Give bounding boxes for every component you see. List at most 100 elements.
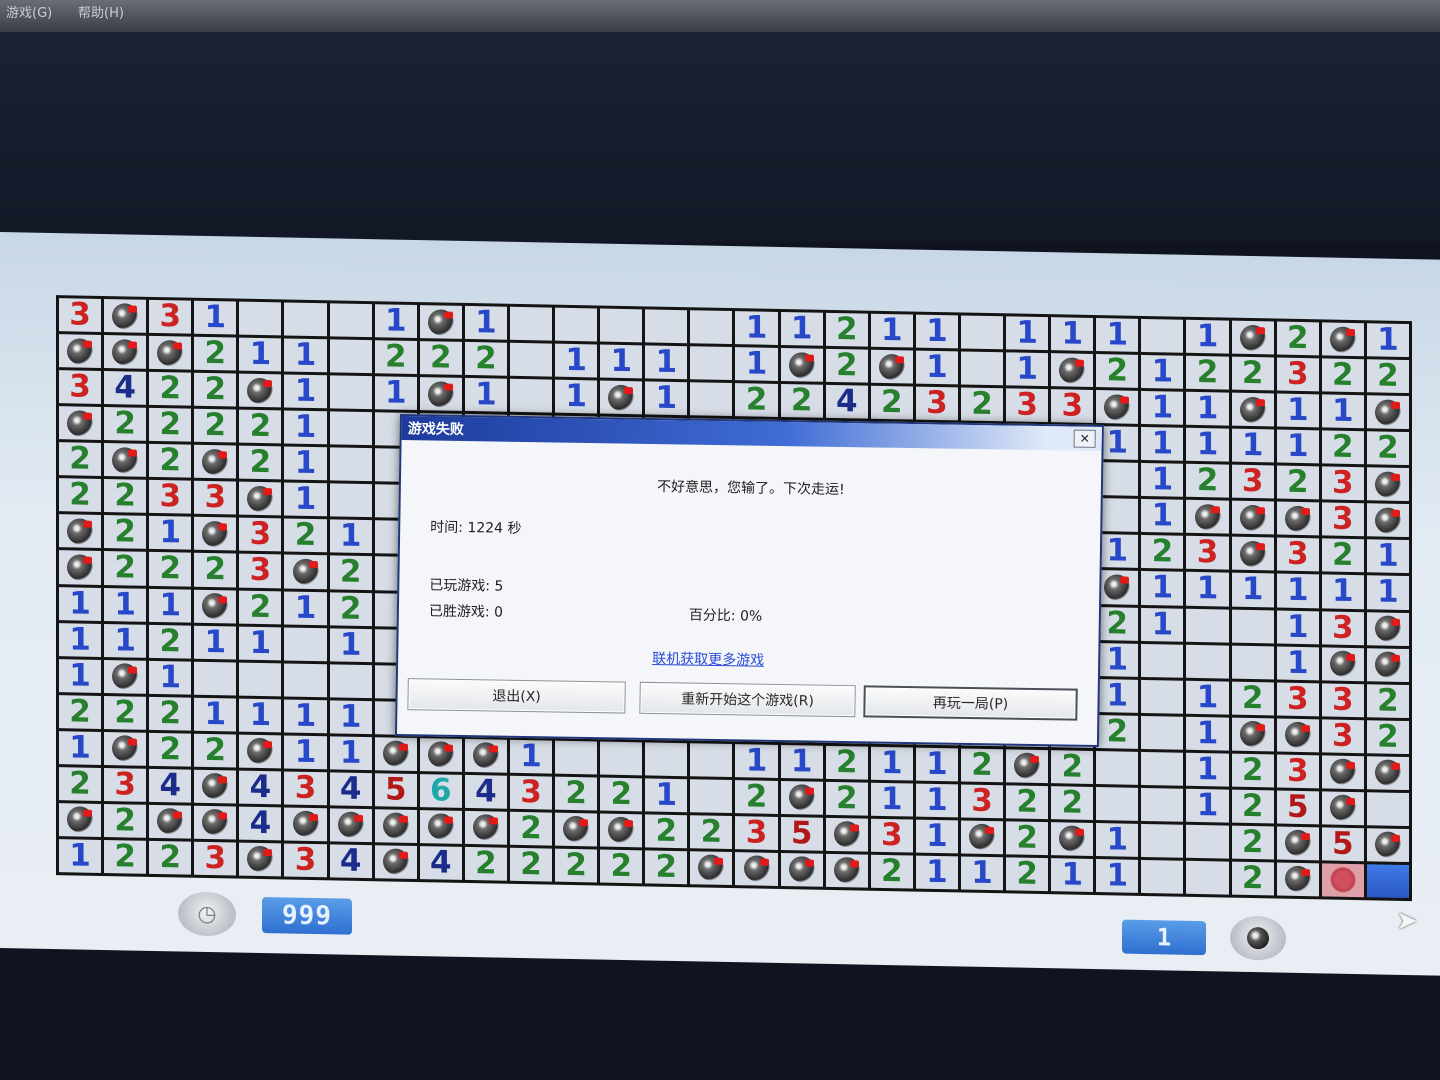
number-cell[interactable]: 2 bbox=[194, 336, 237, 371]
number-cell[interactable]: 1 bbox=[1141, 391, 1184, 425]
number-cell[interactable]: 1 bbox=[104, 623, 147, 658]
number-cell[interactable]: 4 bbox=[464, 774, 507, 809]
number-cell[interactable]: 1 bbox=[735, 743, 778, 778]
mine-cell[interactable] bbox=[600, 813, 643, 848]
number-cell[interactable]: 2 bbox=[825, 312, 868, 347]
number-cell[interactable]: 2 bbox=[104, 515, 147, 550]
number-cell[interactable]: 1 bbox=[59, 658, 102, 693]
number-cell[interactable]: 5 bbox=[1321, 827, 1364, 862]
number-cell[interactable]: 1 bbox=[59, 622, 102, 657]
number-cell[interactable]: 3 bbox=[194, 841, 237, 876]
number-cell[interactable]: 2 bbox=[1366, 431, 1409, 466]
mine-cell[interactable] bbox=[59, 550, 102, 585]
mine-cell[interactable] bbox=[1366, 467, 1409, 502]
mine-cell[interactable] bbox=[1276, 718, 1319, 753]
number-cell[interactable]: 2 bbox=[59, 478, 102, 513]
number-cell[interactable]: 1 bbox=[1051, 317, 1094, 352]
number-cell[interactable]: 3 bbox=[1276, 754, 1319, 789]
mine-cell[interactable] bbox=[690, 851, 733, 886]
number-cell[interactable]: 1 bbox=[1186, 427, 1229, 462]
restart-game-button[interactable]: 重新开始这个游戏(R) bbox=[639, 681, 856, 718]
number-cell[interactable]: 2 bbox=[1096, 714, 1139, 749]
number-cell[interactable]: 1 bbox=[870, 313, 913, 348]
mine-cell[interactable] bbox=[464, 738, 507, 773]
number-cell[interactable]: 4 bbox=[329, 844, 372, 879]
empty-cell[interactable] bbox=[509, 306, 553, 341]
number-cell[interactable]: 3 bbox=[59, 370, 102, 405]
exploded-mine-cell[interactable] bbox=[1321, 863, 1364, 898]
number-cell[interactable]: 6 bbox=[419, 773, 462, 808]
number-cell[interactable]: 4 bbox=[825, 384, 868, 419]
empty-cell[interactable] bbox=[329, 663, 372, 698]
number-cell[interactable]: 2 bbox=[960, 387, 1004, 422]
number-cell[interactable]: 3 bbox=[1231, 464, 1274, 499]
mine-cell[interactable] bbox=[239, 734, 282, 769]
mine-cell[interactable] bbox=[1366, 755, 1409, 790]
number-cell[interactable]: 1 bbox=[1096, 858, 1139, 893]
number-cell[interactable]: 2 bbox=[1051, 749, 1094, 784]
number-cell[interactable]: 2 bbox=[1276, 321, 1319, 356]
number-cell[interactable]: 2 bbox=[149, 696, 192, 731]
number-cell[interactable]: 2 bbox=[104, 803, 147, 838]
number-cell[interactable]: 1 bbox=[464, 305, 507, 340]
number-cell[interactable]: 1 bbox=[1141, 499, 1184, 534]
number-cell[interactable]: 3 bbox=[1051, 389, 1094, 424]
number-cell[interactable]: 2 bbox=[1141, 535, 1184, 570]
number-cell[interactable]: 2 bbox=[1096, 606, 1139, 641]
mine-cell[interactable] bbox=[1006, 749, 1049, 783]
number-cell[interactable]: 1 bbox=[509, 739, 553, 774]
empty-cell[interactable] bbox=[1141, 715, 1184, 750]
mine-cell[interactable] bbox=[464, 810, 507, 845]
number-cell[interactable]: 3 bbox=[870, 818, 913, 853]
number-cell[interactable]: 2 bbox=[1231, 356, 1274, 391]
number-cell[interactable]: 1 bbox=[555, 379, 598, 414]
mine-cell[interactable] bbox=[1321, 755, 1364, 790]
number-cell[interactable]: 3 bbox=[1276, 537, 1319, 572]
empty-cell[interactable] bbox=[329, 411, 372, 446]
empty-cell[interactable] bbox=[1231, 609, 1274, 644]
empty-cell[interactable] bbox=[1141, 859, 1184, 894]
number-cell[interactable]: 3 bbox=[509, 775, 553, 810]
number-cell[interactable]: 2 bbox=[194, 408, 237, 443]
empty-cell[interactable] bbox=[555, 740, 598, 775]
mine-cell[interactable] bbox=[735, 852, 778, 886]
number-cell[interactable]: 1 bbox=[284, 735, 327, 770]
number-cell[interactable]: 2 bbox=[464, 341, 507, 376]
number-cell[interactable]: 3 bbox=[1276, 357, 1319, 392]
number-cell[interactable]: 3 bbox=[1186, 536, 1229, 571]
empty-cell[interactable] bbox=[600, 308, 643, 343]
mine-cell[interactable] bbox=[1321, 646, 1364, 681]
number-cell[interactable]: 3 bbox=[1321, 610, 1364, 645]
number-cell[interactable]: 1 bbox=[555, 343, 598, 378]
empty-cell[interactable] bbox=[509, 378, 553, 413]
mine-cell[interactable] bbox=[374, 736, 417, 771]
number-cell[interactable]: 1 bbox=[645, 381, 688, 416]
number-cell[interactable]: 2 bbox=[600, 849, 643, 884]
number-cell[interactable]: 1 bbox=[780, 311, 823, 346]
number-cell[interactable]: 2 bbox=[1186, 355, 1229, 390]
number-cell[interactable]: 1 bbox=[645, 345, 688, 380]
empty-cell[interactable] bbox=[329, 303, 372, 338]
number-cell[interactable]: 2 bbox=[1231, 789, 1274, 824]
empty-cell[interactable] bbox=[329, 447, 372, 482]
number-cell[interactable]: 4 bbox=[419, 845, 462, 880]
number-cell[interactable]: 5 bbox=[1276, 790, 1319, 825]
mine-cell[interactable] bbox=[104, 298, 147, 333]
more-games-link[interactable]: 联机获取更多游戏 bbox=[398, 644, 1018, 674]
number-cell[interactable]: 1 bbox=[1186, 788, 1229, 823]
mine-cell[interactable] bbox=[239, 481, 282, 516]
mine-cell[interactable] bbox=[239, 842, 282, 877]
number-cell[interactable]: 1 bbox=[600, 344, 643, 379]
number-cell[interactable]: 1 bbox=[1321, 574, 1364, 609]
number-cell[interactable]: 1 bbox=[1186, 319, 1229, 354]
mine-cell[interactable] bbox=[1231, 320, 1274, 355]
number-cell[interactable]: 2 bbox=[825, 745, 868, 780]
number-cell[interactable]: 2 bbox=[1096, 354, 1139, 388]
mine-cell[interactable] bbox=[104, 443, 147, 478]
number-cell[interactable]: 1 bbox=[1276, 429, 1319, 464]
number-cell[interactable]: 2 bbox=[329, 591, 372, 626]
number-cell[interactable]: 3 bbox=[1006, 388, 1049, 423]
number-cell[interactable]: 2 bbox=[59, 766, 102, 801]
mine-cell[interactable] bbox=[1096, 390, 1139, 425]
number-cell[interactable]: 1 bbox=[1096, 642, 1139, 677]
